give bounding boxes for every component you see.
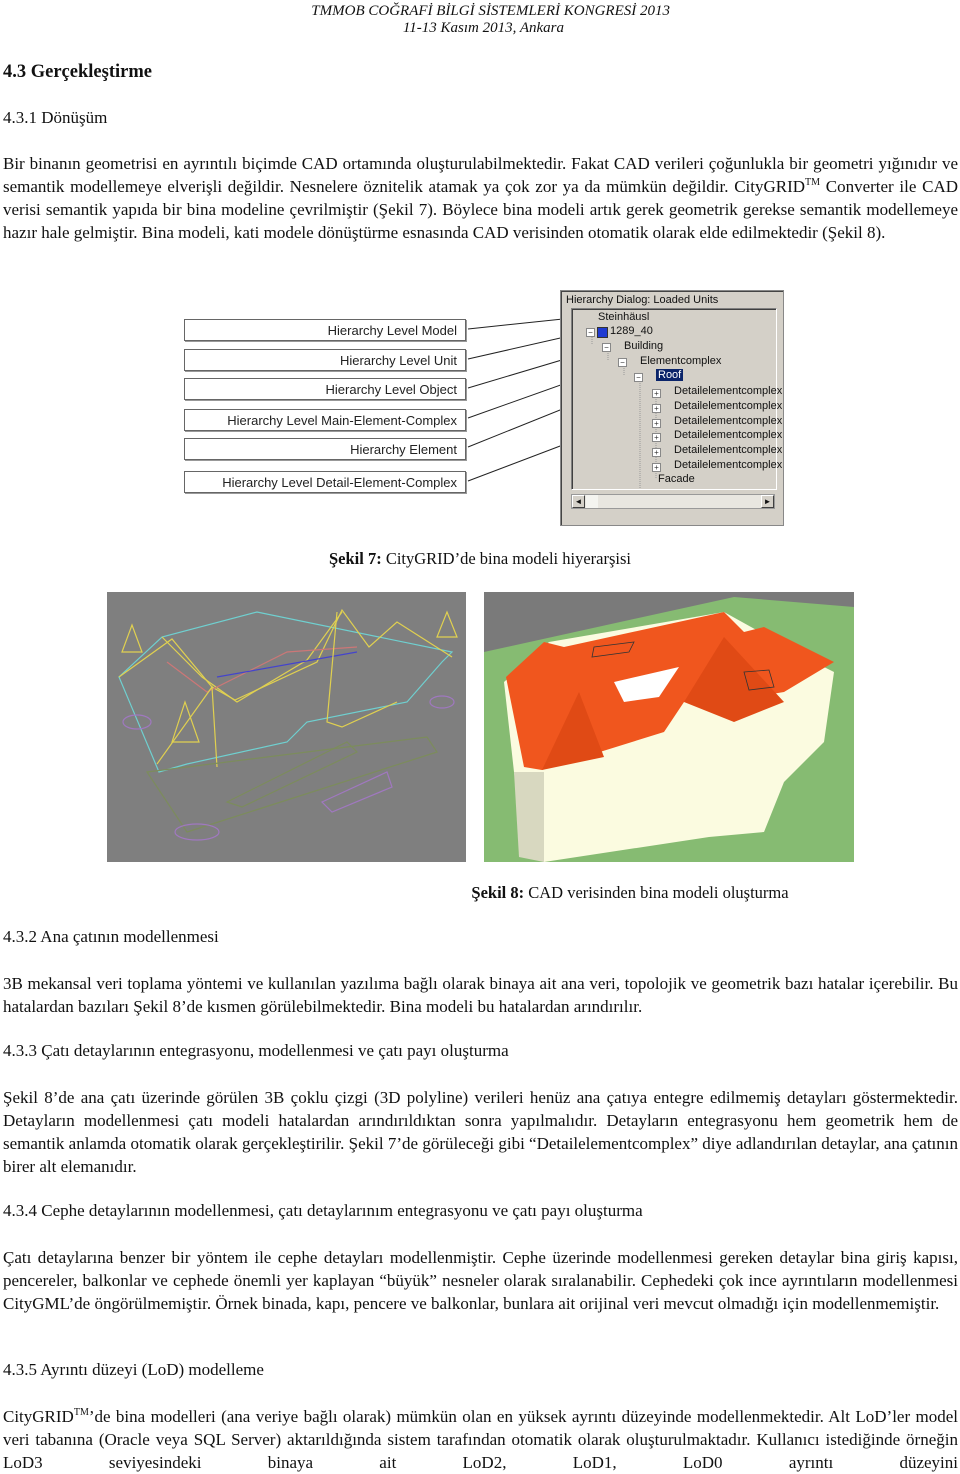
collapse-icon[interactable]: − (602, 343, 611, 352)
figure-8-caption: Şekil 8: CAD verisinden bina modeli oluş… (150, 883, 960, 903)
tree-node-detail[interactable]: Detailelementcomplex (674, 415, 782, 427)
expand-icon[interactable]: + (652, 389, 661, 398)
rendered-model-image (484, 592, 854, 862)
tree-node-detail[interactable]: Detailelementcomplex (674, 459, 782, 471)
hierarchy-tree: Steinhäusl − 1289_40 − Building − Elemen… (571, 308, 782, 490)
caption-label: Şekil 7: (328, 549, 382, 568)
section-heading-4-3-4: 4.3.4 Cephe detaylarının modellenmesi, ç… (3, 1201, 643, 1220)
hierarchy-level-main-element-complex: Hierarchy Level Main-Element-Complex (184, 409, 466, 431)
hierarchy-element: Hierarchy Element (184, 438, 466, 460)
hierarchy-level-model: Hierarchy Level Model (184, 319, 466, 341)
expand-icon[interactable]: + (652, 448, 661, 457)
paragraph-4-3-3: Şekil 8’de ana çatı üzerinde görülen 3B … (3, 1086, 958, 1178)
rendered-model-drawing (484, 592, 854, 862)
tree-node-detail[interactable]: Detailelementcomplex (674, 444, 782, 456)
hierarchy-level-unit: Hierarchy Level Unit (184, 349, 466, 371)
tree-node-detail[interactable]: Detailelementcomplex (674, 429, 782, 441)
paragraph-4-3-4: Çatı detaylarına benzer bir yöntem ile c… (3, 1246, 958, 1315)
expand-icon[interactable]: + (652, 463, 661, 472)
dialog-title: Hierarchy Dialog: Loaded Units (566, 294, 719, 306)
paragraph-text: Şekil 8’de ana çatı üzerinde görülen 3B … (3, 1088, 958, 1176)
tree-node-detail[interactable]: Detailelementcomplex (674, 400, 782, 412)
paragraph-text: Çatı detaylarına benzer bir yöntem ile c… (3, 1248, 958, 1313)
caption-label: Şekil 8: (471, 883, 525, 902)
caption-text: CityGRID’de bina modeli hiyerarşisi (381, 549, 631, 568)
trademark-mark: TM (73, 1407, 89, 1418)
collapse-icon[interactable]: − (586, 328, 595, 337)
paragraph-4-3-5: CityGRIDTM’de bina modelleri (ana veriye… (3, 1405, 958, 1474)
unit-icon (597, 327, 608, 338)
tree-node-model[interactable]: Steinhäusl (598, 311, 649, 323)
paragraph-text: 3B mekansal veri toplama yöntemi ve kull… (3, 974, 958, 1016)
scroll-thumb[interactable] (586, 495, 598, 508)
section-heading-4-3-2: 4.3.2 Ana çatının modellenmesi (3, 927, 219, 946)
tree-node-facade[interactable]: Facade (658, 473, 695, 485)
scroll-left-button[interactable]: ◄ (572, 495, 585, 508)
expand-icon[interactable]: + (652, 404, 661, 413)
tree-node-detail[interactable]: Detailelementcomplex (674, 385, 782, 397)
horizontal-scrollbar[interactable]: ◄ ► (571, 494, 775, 509)
tree-node-roof[interactable]: Roof (656, 369, 684, 381)
wireframe-drawing (118, 608, 458, 841)
hierarchy-dialog: Hierarchy Dialog: Loaded Units Steinhäus… (560, 290, 784, 526)
section-heading-4-3-3: 4.3.3 Çatı detaylarının entegrasyonu, mo… (3, 1041, 509, 1060)
section-heading-4-3-5: 4.3.5 Ayrıntı düzeyi (LoD) modelleme (3, 1360, 264, 1379)
paragraph-4-3-2: 3B mekansal veri toplama yöntemi ve kull… (3, 972, 958, 1018)
leader-lines (467, 316, 669, 482)
paragraph-text: CityGRID (3, 1407, 74, 1426)
hierarchy-level-object: Hierarchy Level Object (184, 378, 466, 400)
collapse-icon[interactable]: − (634, 373, 643, 382)
expand-icon[interactable]: + (652, 433, 661, 442)
wireframe-image (107, 592, 466, 862)
figure-7-caption: Şekil 7: CityGRID’de bina modeli hiyerar… (0, 549, 960, 569)
tree-node-main-element-complex[interactable]: Elementcomplex (640, 355, 721, 367)
paragraph-text: ’de bina modelleri (ana veriye bağlı ola… (3, 1407, 958, 1472)
collapse-icon[interactable]: − (618, 358, 627, 367)
caption-text: CAD verisinden bina modeli oluşturma (524, 883, 789, 902)
hierarchy-level-detail-element-complex: Hierarchy Level Detail-Element-Complex (184, 471, 466, 493)
tree-node-unit[interactable]: 1289_40 (610, 325, 653, 337)
scroll-right-button[interactable]: ► (761, 495, 774, 508)
expand-icon[interactable]: + (652, 419, 661, 428)
tree-node-object[interactable]: Building (624, 340, 663, 352)
